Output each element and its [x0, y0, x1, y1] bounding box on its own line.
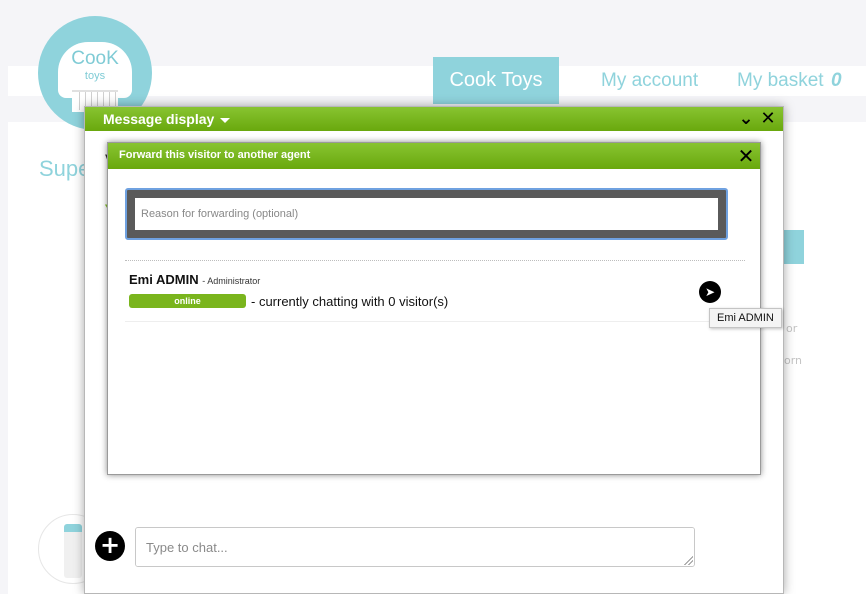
- forward-to-agent-button[interactable]: ➤: [699, 281, 721, 303]
- message-display-dropdown[interactable]: Message display: [103, 111, 231, 127]
- dialog-header: Forward this visitor to another agent ✕: [108, 143, 760, 169]
- background-text: orn: [784, 354, 803, 367]
- resize-grip-icon[interactable]: [683, 555, 693, 565]
- nav-my-basket[interactable]: My basket: [737, 70, 824, 92]
- agent-status-text: - currently chatting with 0 visitor(s): [251, 294, 449, 309]
- close-icon[interactable]: ✕: [736, 145, 756, 167]
- agent-role: - Administrator: [202, 276, 261, 286]
- logo-title: CooK: [71, 48, 119, 69]
- divider: [125, 321, 745, 322]
- background-button: [784, 230, 804, 264]
- chevron-down-icon[interactable]: ⌄: [737, 109, 755, 129]
- page-heading: Supe: [39, 156, 91, 181]
- divider: [125, 260, 745, 261]
- logo-subtitle: toys: [84, 70, 106, 82]
- nav-my-account[interactable]: My account: [601, 70, 698, 92]
- product-image: [64, 524, 82, 578]
- dialog-title: Forward this visitor to another agent: [119, 149, 311, 161]
- chat-header: Message display ⌄ ✕: [85, 107, 783, 131]
- background-text: or: [786, 322, 798, 335]
- nav-cook-toys[interactable]: Cook Toys: [433, 57, 559, 104]
- agent-tooltip: Emi ADMIN: [709, 308, 782, 328]
- caret-down-icon: [220, 117, 231, 123]
- forward-visitor-dialog: Forward this visitor to another agent ✕ …: [107, 142, 761, 475]
- agent-name: Emi ADMIN: [129, 272, 199, 287]
- status-badge: online: [129, 294, 246, 308]
- close-icon[interactable]: ✕: [759, 109, 777, 129]
- chat-title-label: Message display: [103, 111, 215, 127]
- basket-count: 0: [831, 70, 842, 91]
- agent-name-row: Emi ADMIN - Administrator: [129, 272, 260, 287]
- add-attachment-button[interactable]: +: [95, 531, 125, 561]
- reason-input[interactable]: [135, 198, 718, 230]
- reason-field-frame: [125, 188, 728, 240]
- chat-input[interactable]: [135, 527, 695, 567]
